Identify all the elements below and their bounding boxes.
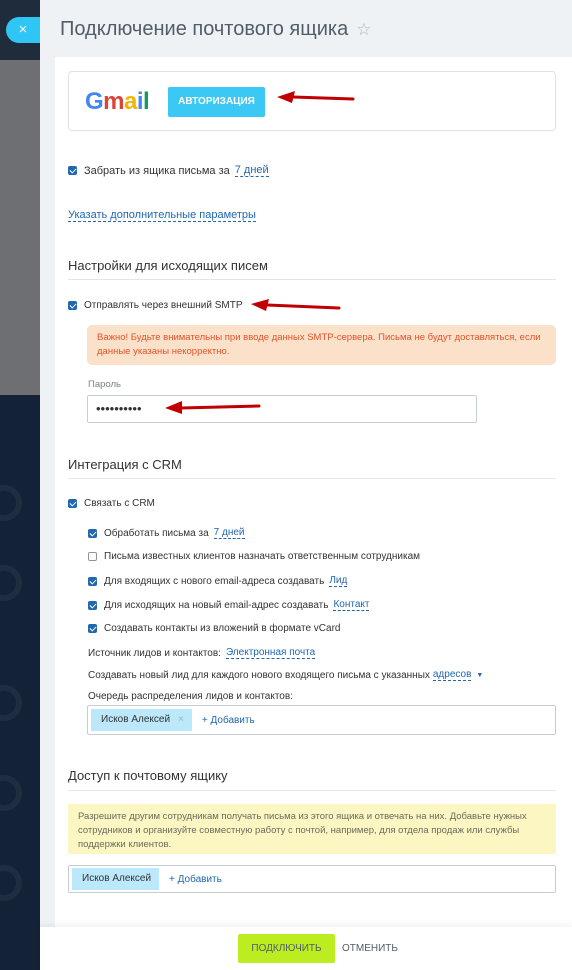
left-background-strip: [0, 0, 40, 970]
link-crm-option[interactable]: Связать с CRM: [68, 498, 155, 509]
queue-label-row: Очередь распределения лидов и контактов:: [88, 691, 293, 702]
crm-outgoing-entity-link[interactable]: Контакт: [333, 599, 370, 611]
crm-option-process[interactable]: Обработать письма за 7 дней: [88, 527, 245, 539]
background-swirl-icon: [0, 775, 22, 811]
annotation-arrow-icon: [277, 91, 355, 103]
smtp-checkbox[interactable]: [68, 301, 77, 310]
background-swirl-icon: [0, 865, 22, 901]
form-content: Gmail АВТОРИЗАЦИЯ Забрать из ящика письм…: [55, 57, 572, 927]
mailbox-access-selector[interactable]: Исков Алексей + Добавить: [68, 865, 556, 893]
cancel-button[interactable]: ОТМЕНИТЬ: [342, 934, 398, 963]
add-user-button[interactable]: + Добавить: [202, 715, 255, 726]
crm-option-checkbox[interactable]: [88, 624, 97, 633]
smtp-warning: Важно! Будьте внимательны при вводе данн…: [87, 325, 556, 365]
background-swirl-icon: [0, 565, 22, 601]
background-swirl-icon: [0, 485, 22, 521]
fetch-mail-checkbox[interactable]: [68, 166, 77, 175]
extra-params-row: Указать дополнительные параметры: [68, 209, 256, 222]
close-slider-button[interactable]: ×: [6, 17, 40, 43]
chevron-down-icon[interactable]: ▼: [476, 672, 483, 679]
outgoing-settings-title: Настройки для исходящих писем: [68, 258, 268, 273]
fetch-period-link[interactable]: 7 дней: [234, 164, 269, 177]
crm-integration-title: Интеграция с CRM: [68, 457, 182, 472]
extra-params-link[interactable]: Указать дополнительные параметры: [68, 209, 256, 222]
annotation-arrow-icon: [165, 401, 261, 414]
mailbox-slider-panel: Подключение почтового ящика ☆ Gmail АВТО…: [40, 0, 572, 970]
lead-source-row: Источник лидов и контактов: Электронная …: [88, 647, 316, 659]
crm-option-vcard[interactable]: Создавать контакты из вложений в формате…: [88, 623, 340, 634]
lead-queue-selector[interactable]: Исков Алексей × + Добавить: [87, 705, 556, 735]
annotation-arrow-icon: [251, 299, 341, 311]
crm-option-known-clients[interactable]: Письма известных клиентов назначать отве…: [88, 551, 420, 562]
crm-option-checkbox[interactable]: [88, 600, 97, 610]
fetch-mail-option[interactable]: Забрать из ящика письма за 7 дней: [68, 164, 269, 177]
crm-option-checkbox[interactable]: [88, 552, 97, 561]
mailbox-access-title: Доступ к почтовому ящику: [68, 768, 228, 783]
new-lead-row: Создавать новый лид для каждого нового в…: [88, 669, 484, 681]
star-icon[interactable]: ☆: [356, 20, 371, 40]
lead-source-link[interactable]: Электронная почта: [225, 647, 316, 659]
background-swirl-icon: [0, 685, 22, 721]
crm-incoming-entity-link[interactable]: Лид: [329, 575, 348, 587]
close-icon: ×: [18, 21, 28, 38]
divider: [68, 790, 556, 791]
user-tag: Исков Алексей: [72, 868, 160, 890]
link-crm-checkbox[interactable]: [68, 499, 77, 508]
authorize-button[interactable]: АВТОРИЗАЦИЯ: [168, 87, 265, 117]
password-label: Пароль: [88, 379, 121, 390]
smtp-option[interactable]: Отправлять через внешний SMTP: [68, 300, 243, 311]
crm-option-checkbox[interactable]: [88, 528, 97, 538]
access-info-box: Разрешите другим сотрудникам получать пи…: [68, 804, 556, 854]
remove-tag-icon[interactable]: ×: [178, 709, 184, 731]
connect-button[interactable]: ПОДКЛЮЧИТЬ: [238, 934, 335, 963]
crm-process-period-link[interactable]: 7 дней: [213, 527, 245, 539]
crm-option-checkbox[interactable]: [88, 576, 97, 586]
new-lead-addresses-link[interactable]: адресов: [432, 669, 472, 681]
crm-option-incoming[interactable]: Для входящих с нового email-адреса созда…: [88, 575, 348, 587]
password-input[interactable]: ••••••••••: [87, 395, 477, 423]
divider: [68, 478, 556, 479]
crm-option-outgoing[interactable]: Для исходящих на новый email-адрес созда…: [88, 599, 370, 611]
add-access-user-button[interactable]: + Добавить: [169, 874, 222, 885]
footer-bar: ПОДКЛЮЧИТЬ ОТМЕНИТЬ: [40, 927, 572, 970]
page-title-text: Подключение почтового ящика: [60, 18, 349, 40]
left-strip-bottom: [0, 395, 40, 970]
page-title: Подключение почтового ящика ☆: [60, 18, 371, 41]
gmail-logo: Gmail: [85, 88, 150, 115]
divider: [68, 279, 556, 280]
user-tag: Исков Алексей ×: [91, 709, 192, 731]
